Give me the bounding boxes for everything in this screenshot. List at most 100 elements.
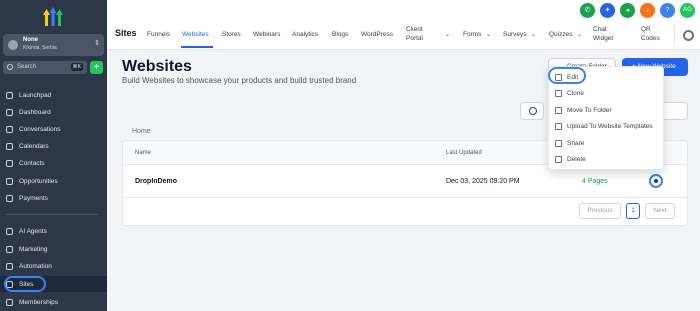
magic-icon[interactable]: ✦ — [600, 3, 615, 18]
sidebar-item-memberships[interactable]: Memberships — [6, 296, 101, 308]
sidebar-item-contacts[interactable]: Contacts — [6, 157, 101, 169]
avatar[interactable]: AG — [680, 3, 695, 18]
tab-funnels[interactable]: Funnels — [147, 31, 170, 38]
previous-button[interactable]: Previous — [579, 203, 621, 219]
sidebar-item-dashboard[interactable]: Dashboard — [6, 106, 101, 118]
share-icon — [555, 140, 562, 147]
notification-icon[interactable]: ♪ — [640, 3, 655, 18]
tab-label: Chat — [593, 26, 607, 33]
sparkle-icon — [6, 227, 13, 235]
upload-icon — [555, 123, 562, 130]
sidebar-item-calendars[interactable]: Calendars — [6, 140, 101, 152]
chevron-updown-icon: ⇕ — [94, 40, 100, 47]
sidebar: None Kikinda, Serbia ⇕ Search ⌘K + Launc… — [0, 0, 107, 311]
menu-item-label: Clone — [567, 90, 584, 97]
tab-wordpress[interactable]: WordPress — [361, 31, 393, 38]
gear-icon[interactable] — [683, 30, 694, 41]
breadcrumb[interactable]: Home — [132, 128, 151, 135]
chevron-down-icon[interactable]: ⌄ — [577, 31, 582, 38]
tab-websites[interactable]: Websites — [182, 31, 209, 38]
search-icon — [7, 64, 13, 70]
row-updated: Dec 03, 2025 09:20 PM — [446, 178, 520, 185]
location-sub: Kikinda, Serbia — [23, 45, 57, 51]
sidebar-item-label: Launchpad — [19, 91, 52, 99]
tab-chat-widget[interactable]: Chat Widget — [593, 25, 613, 43]
page-title: Sites — [115, 28, 137, 38]
copy-icon — [555, 90, 562, 97]
tab-quizzes[interactable]: Quizzes — [549, 31, 572, 38]
menu-item-move-to-folder[interactable]: Move To Folder — [555, 107, 612, 114]
chevron-down-icon[interactable]: ⌄ — [486, 31, 491, 38]
logo-icon — [43, 7, 63, 26]
sidebar-search[interactable]: Search ⌘K — [3, 61, 87, 74]
chevron-down-icon[interactable]: ⌄ — [445, 31, 450, 38]
trash-icon — [555, 156, 562, 163]
chevron-down-icon[interactable]: ⌄ — [531, 31, 536, 38]
send-icon — [6, 245, 13, 253]
sidebar-item-label: Conversations — [19, 125, 61, 133]
automation-icon — [6, 262, 13, 270]
dashboard-icon — [6, 108, 13, 116]
highlight-ring — [4, 276, 46, 292]
recent-filter-button[interactable] — [520, 102, 544, 120]
clock-icon — [529, 107, 537, 115]
active-tab-indicator — [181, 46, 213, 48]
sidebar-item-label: Contacts — [19, 159, 45, 167]
menu-item-clone[interactable]: Clone — [555, 90, 584, 97]
menu-item-upload-template[interactable]: Upload To Website Templates — [555, 123, 653, 130]
memberships-icon — [6, 298, 13, 306]
search-input[interactable] — [660, 102, 688, 120]
tab-forms[interactable]: Forms — [463, 31, 481, 38]
sidebar-item-label: Opportunities — [19, 177, 58, 185]
megaphone-icon[interactable]: ◂ — [620, 3, 635, 18]
sidebar-item-label: Marketing — [19, 245, 48, 253]
highlight-ring — [548, 67, 586, 84]
page-subtitle: Build Websites to showcase your products… — [122, 76, 357, 85]
tab-stores[interactable]: Stores — [222, 31, 241, 38]
menu-item-label: Delete — [567, 156, 586, 163]
search-label: Search — [17, 64, 37, 70]
move-icon — [555, 107, 562, 114]
tab-blogs[interactable]: Blogs — [332, 31, 348, 38]
sidebar-item-automation[interactable]: Automation — [6, 260, 101, 272]
divider — [674, 24, 675, 46]
sidebar-item-launchpad[interactable]: Launchpad — [6, 89, 101, 101]
tab-label: Client — [406, 26, 423, 33]
column-name: Name — [135, 150, 152, 156]
tab-qr-codes[interactable]: QR Codes — [641, 25, 660, 43]
row-pages[interactable]: 4 Pages — [582, 178, 608, 185]
location-switcher[interactable]: None Kikinda, Serbia ⇕ — [3, 34, 104, 56]
more-options-icon[interactable] — [649, 174, 663, 188]
quick-add-button[interactable]: + — [90, 61, 103, 74]
sidebar-divider — [6, 214, 98, 215]
sidebar-item-conversations[interactable]: Conversations — [6, 123, 101, 135]
sidebar-item-opportunities[interactable]: Opportunities — [6, 175, 101, 187]
help-icon[interactable]: ? — [660, 3, 675, 18]
tab-surveys[interactable]: Surveys — [503, 31, 526, 38]
menu-item-delete[interactable]: Delete — [555, 156, 586, 163]
tab-webinars[interactable]: Webinars — [253, 31, 280, 38]
next-button[interactable]: Next — [645, 203, 675, 219]
column-last-updated: Last Updated — [446, 150, 482, 156]
rocket-icon — [6, 91, 13, 99]
tab-label: Codes — [641, 35, 660, 42]
menu-item-label: Move To Folder — [567, 107, 612, 114]
sidebar-item-label: Calendars — [19, 142, 49, 150]
contacts-icon — [6, 159, 13, 167]
menu-item-share[interactable]: Share — [555, 140, 584, 147]
sidebar-item-ai-agents[interactable]: AI Agents — [6, 225, 101, 237]
menu-item-label: Upload To Website Templates — [567, 123, 653, 130]
tab-label: QR — [641, 26, 651, 33]
calendar-icon — [6, 142, 13, 150]
sidebar-item-marketing[interactable]: Marketing — [6, 243, 101, 255]
tab-analytics[interactable]: Analytics — [292, 31, 318, 38]
page-number[interactable]: 1 — [626, 203, 640, 219]
sidebar-item-label: Memberships — [19, 298, 59, 306]
sidebar-item-label: Dashboard — [19, 108, 51, 116]
row-name[interactable]: DropInDemo — [135, 178, 177, 185]
phone-icon[interactable]: ✆ — [580, 3, 595, 18]
sidebar-item-payments[interactable]: Payments — [6, 192, 101, 204]
sidebar-item-label: AI Agents — [19, 227, 47, 235]
tab-label: Widget — [593, 35, 614, 42]
tab-client-portal[interactable]: Client Portal — [406, 25, 423, 43]
